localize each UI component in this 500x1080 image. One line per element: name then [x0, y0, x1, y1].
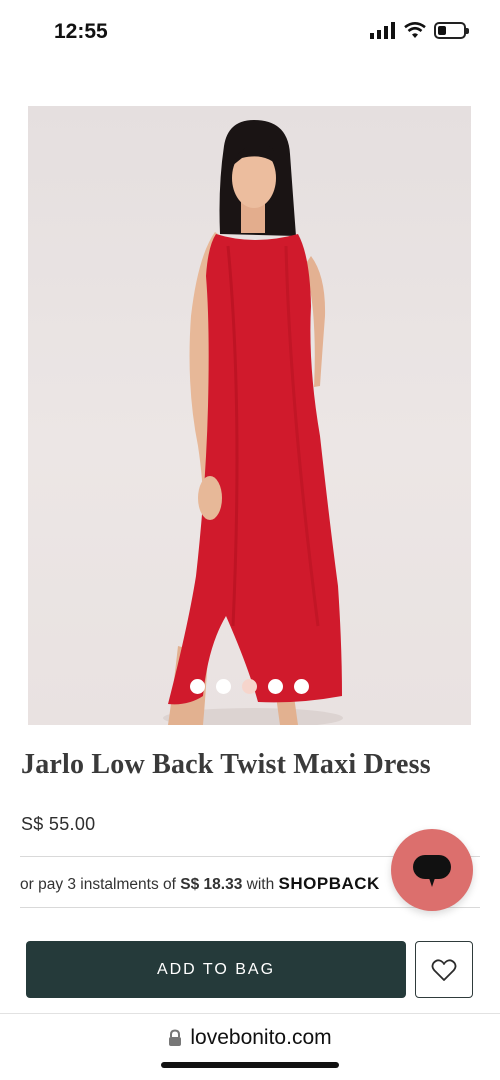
gallery-dot[interactable] [190, 679, 205, 694]
instalment-with: with [246, 876, 275, 893]
gallery-pagination[interactable] [28, 679, 471, 694]
product-price: S$ 55.00 [21, 814, 96, 834]
product-title: Jarlo Low Back Twist Maxi Dress [21, 749, 431, 780]
gallery-dot-active[interactable] [242, 679, 257, 694]
instalment-amount: S$ 18.33 [180, 876, 243, 893]
browser-url-bar[interactable]: lovebonito.com [0, 1013, 500, 1080]
gallery-dot[interactable] [216, 679, 231, 694]
wifi-icon [404, 22, 426, 38]
status-bar: 12:55 [0, 0, 500, 64]
shopback-logo: SHOPBACK [278, 874, 380, 893]
instalment-prefix: or pay 3 instalments of [20, 876, 176, 893]
product-photo [163, 120, 343, 725]
add-to-bag-button[interactable]: ADD TO BAG [26, 941, 406, 998]
product-image-gallery[interactable] [28, 106, 471, 725]
gallery-dot[interactable] [268, 679, 283, 694]
chat-button[interactable] [391, 829, 473, 911]
divider [20, 907, 480, 908]
instalment-info[interactable]: or pay 3 instalments of S$ 18.33 with SH… [20, 874, 380, 894]
signal-icon [370, 22, 395, 39]
url-text: lovebonito.com [190, 1026, 332, 1049]
status-icons [370, 22, 469, 39]
chat-icon [413, 855, 451, 887]
heart-icon [431, 958, 457, 981]
url-display[interactable]: lovebonito.com [0, 1026, 500, 1050]
wishlist-button[interactable] [415, 941, 473, 998]
home-indicator[interactable] [161, 1062, 339, 1068]
battery-icon [434, 22, 469, 39]
status-time: 12:55 [54, 20, 108, 43]
lock-icon [169, 1029, 182, 1046]
gallery-dot[interactable] [294, 679, 309, 694]
